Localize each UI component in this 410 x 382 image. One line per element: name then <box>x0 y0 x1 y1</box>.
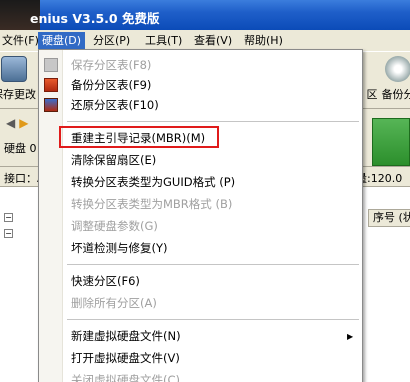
menu-help[interactable]: 帮助(H) <box>240 32 287 50</box>
save-partition-table-icon <box>44 58 58 72</box>
backup-partition-table-icon <box>44 78 58 92</box>
menu-item-new-virtual-disk[interactable]: 新建虚拟硬盘文件(N) <box>71 326 181 346</box>
menu-item-save-partition-table[interactable]: 保存分区表(F8) <box>71 55 151 75</box>
menu-separator <box>67 319 359 320</box>
disk-nav: ◀ ▶ <box>6 116 32 130</box>
menu-item-convert-to-guid[interactable]: 转换分区表类型为GUID格式 (P) <box>71 172 235 192</box>
menu-item-bad-sector-check[interactable]: 坏道检测与修复(Y) <box>71 238 168 258</box>
menu-item-backup-partition-table[interactable]: 备份分区表(F9) <box>71 75 151 95</box>
tree-collapse-icon[interactable]: − <box>4 213 13 222</box>
disk-label: 硬盘 0 <box>4 142 37 155</box>
save-changes-button[interactable]: 保存更改 <box>0 56 36 102</box>
menu-view[interactable]: 查看(V) <box>190 32 236 50</box>
menu-file[interactable]: 文件(F) <box>0 32 43 50</box>
partition-label: 区 <box>366 88 378 101</box>
title-bar: enius V3.5.0 免费版 <box>0 0 410 30</box>
menu-separator <box>67 264 359 265</box>
menu-item-delete-all-partitions[interactable]: 删除所有分区(A) <box>71 293 157 313</box>
menu-item-close-virtual-disk[interactable]: 关闭虚拟硬盘文件(C) <box>71 370 180 382</box>
window-title: enius V3.5.0 免费版 <box>30 11 160 26</box>
menu-item-open-virtual-disk[interactable]: 打开虚拟硬盘文件(V) <box>71 348 180 368</box>
backup-icon <box>385 56 410 82</box>
restore-partition-table-icon <box>44 98 58 112</box>
menu-item-restore-partition-table[interactable]: 还原分区表(F10) <box>71 95 159 115</box>
menu-item-quick-partition[interactable]: 快速分区(F6) <box>71 271 140 291</box>
partition-bar[interactable] <box>372 118 410 166</box>
submenu-arrow-icon: ▶ <box>347 332 354 341</box>
disk-tree[interactable]: − − <box>0 207 40 267</box>
save-changes-label: 保存更改 <box>0 88 36 101</box>
menu-bar: 文件(F) 硬盘(D) 分区(P) 工具(T) 查看(V) 帮助(H) <box>0 30 410 51</box>
menu-tools[interactable]: 工具(T) <box>141 32 186 50</box>
prev-disk-icon[interactable]: ◀ <box>6 116 15 130</box>
backup-label: 备份分 <box>381 88 410 101</box>
next-disk-icon[interactable]: ▶ <box>19 116 28 130</box>
menu-disk[interactable]: 硬盘(D) <box>38 32 86 50</box>
backup-partition-button[interactable]: 备份分 <box>378 56 410 102</box>
menu-item-clear-reserved-sectors[interactable]: 清除保留扇区(E) <box>71 150 156 170</box>
highlight-box <box>59 126 219 148</box>
menu-partition[interactable]: 分区(P) <box>89 32 134 50</box>
disk-menu-dropdown: 保存分区表(F8) 备份分区表(F9) 还原分区表(F10) 重建主引导记录(M… <box>38 49 363 382</box>
menu-item-convert-to-mbr[interactable]: 转换分区表类型为MBR格式 (B) <box>71 194 232 214</box>
column-header-seq[interactable]: 序号 (状 <box>368 209 410 227</box>
save-icon <box>1 56 27 82</box>
tree-collapse-icon[interactable]: − <box>4 229 13 238</box>
menu-separator <box>67 121 359 122</box>
menu-item-adjust-disk-params[interactable]: 调整硬盘参数(G) <box>71 216 158 236</box>
